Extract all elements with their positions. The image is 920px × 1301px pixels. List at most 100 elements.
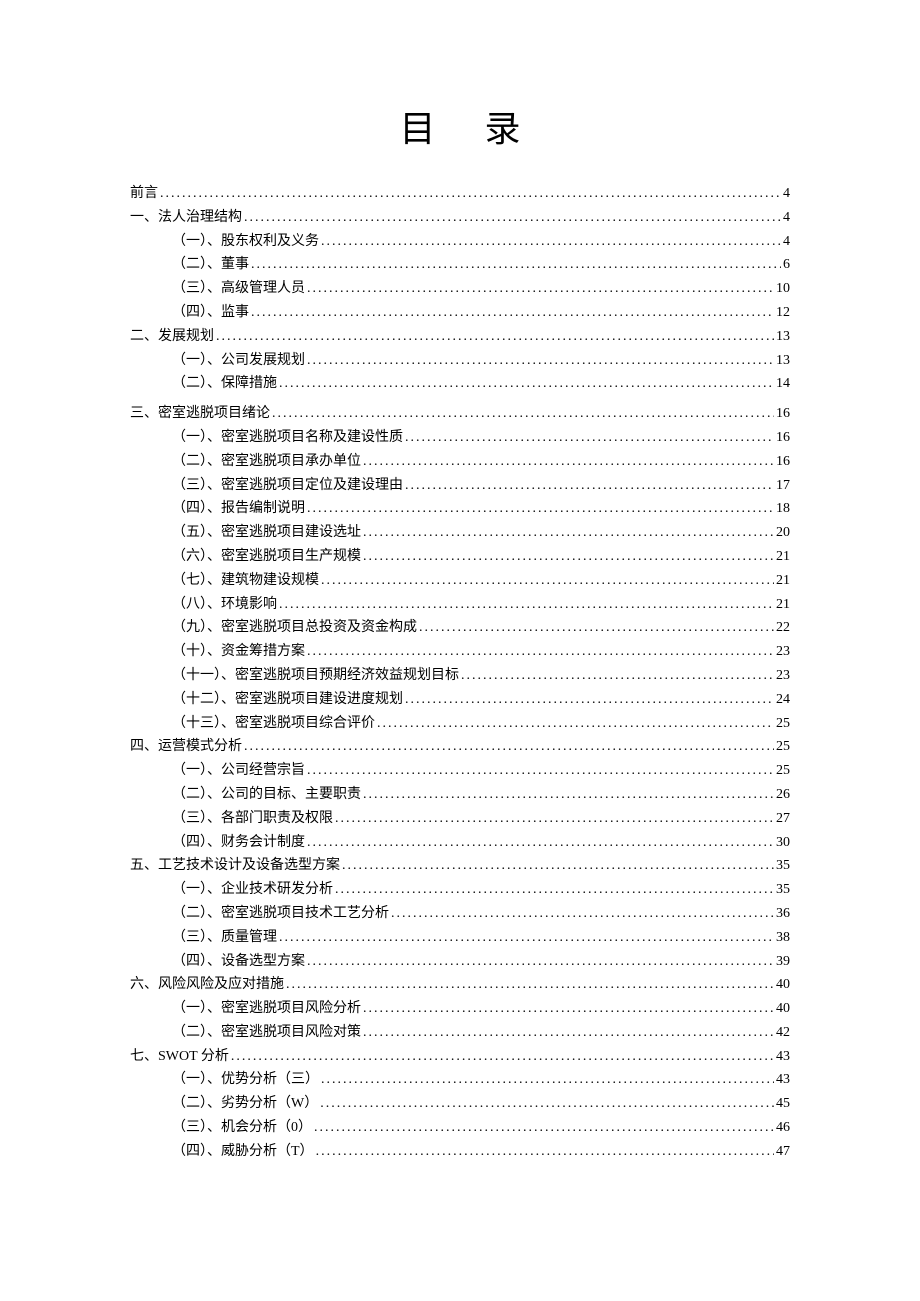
toc-page-number: 22 <box>776 616 790 640</box>
toc-label: （一）、股东权利及义务 <box>172 230 319 254</box>
toc-entry: （十二）、密室逃脱项目建设进度规划24 <box>130 688 790 712</box>
toc-entry: 四、运营模式分析 25 <box>130 735 790 759</box>
toc-leader-dots <box>244 735 774 759</box>
toc-entry: （三）、机会分析（0） 46 <box>130 1116 790 1140</box>
toc-entry: （六）、密室逃脱项目生产规模21 <box>130 545 790 569</box>
toc-entry: （三）、各部门职责及权限 27 <box>130 807 790 831</box>
toc-leader-dots <box>216 325 774 349</box>
toc-label: （四）、监事 <box>172 301 249 325</box>
toc-label: （二）、密室逃脱项目风险对策 <box>172 1021 361 1045</box>
toc-page-number: 23 <box>776 640 790 664</box>
toc-label: （十三）、密室逃脱项目综合评价 <box>172 712 375 736</box>
toc-label: （一）、密室逃脱项目风险分析 <box>172 997 361 1021</box>
toc-page-number: 38 <box>776 926 790 950</box>
toc-page-number: 46 <box>776 1116 790 1140</box>
toc-leader-dots <box>321 569 774 593</box>
toc-entry: （一）、优势分析（三）43 <box>130 1068 790 1092</box>
toc-label: （四）、报告编制说明 <box>172 497 305 521</box>
toc-entry: （四）、威胁分析（T）47 <box>130 1140 790 1164</box>
toc-leader-dots <box>307 759 774 783</box>
toc-entry: （五）、密室逃脱项目建设选址 20 <box>130 521 790 545</box>
toc-page-number: 36 <box>776 902 790 926</box>
page-title: 目 录 <box>130 100 790 152</box>
toc-entry: （二）、公司的目标、主要职责26 <box>130 783 790 807</box>
toc-leader-dots <box>320 1092 774 1116</box>
toc-page-number: 13 <box>776 349 790 373</box>
toc-page-number: 23 <box>776 664 790 688</box>
toc-leader-dots <box>377 712 774 736</box>
toc-leader-dots <box>405 688 774 712</box>
toc-leader-dots <box>307 497 774 521</box>
toc-page-number: 25 <box>776 759 790 783</box>
toc-label: （三）、质量管理 <box>172 926 277 950</box>
toc-label: （四）、威胁分析（T） <box>172 1140 314 1164</box>
toc-label: 前言 <box>130 182 158 206</box>
toc-label: （三）、密室逃脱项目定位及建设理由 <box>172 474 403 498</box>
toc-entry: （四）、监事12 <box>130 301 790 325</box>
toc-leader-dots <box>286 973 774 997</box>
toc-page-number: 27 <box>776 807 790 831</box>
page-content: 目 录 前言4一、法人治理结构4（一）、股东权利及义务4（二）、董事6（三）、高… <box>0 0 920 1224</box>
toc-page-number: 16 <box>776 450 790 474</box>
toc-label: 四、运营模式分析 <box>130 735 242 759</box>
toc-entry: （一）、密室逃脱项目风险分析 40 <box>130 997 790 1021</box>
toc-leader-dots <box>363 997 774 1021</box>
toc-label: 一、法人治理结构 <box>130 206 242 230</box>
toc-page-number: 35 <box>776 878 790 902</box>
toc-entry: （二）、劣势分析（W） 45 <box>130 1092 790 1116</box>
toc-leader-dots <box>231 1045 774 1069</box>
toc-entry: （四）、财务会计制度30 <box>130 831 790 855</box>
toc-leader-dots <box>419 616 774 640</box>
toc-page-number: 18 <box>776 497 790 521</box>
toc-label: （五）、密室逃脱项目建设选址 <box>172 521 361 545</box>
toc-leader-dots <box>461 664 774 688</box>
toc-leader-dots <box>363 450 774 474</box>
toc-label: （二）、密室逃脱项目技术工艺分析 <box>172 902 389 926</box>
toc-label: （九）、密室逃脱项目总投资及资金构成 <box>172 616 417 640</box>
toc-page-number: 24 <box>776 688 790 712</box>
toc-entry: （十一）、密室逃脱项目预期经济效益规划目标23 <box>130 664 790 688</box>
toc-label: （二）、密室逃脱项目承办单位 <box>172 450 361 474</box>
toc-page-number: 42 <box>776 1021 790 1045</box>
toc-leader-dots <box>307 950 774 974</box>
toc-leader-dots <box>272 402 774 426</box>
toc-entry: （三）、高级管理人员10 <box>130 277 790 301</box>
toc-entry: （二）、保障措施14 <box>130 372 790 396</box>
toc-label: （十）、资金筹措方案 <box>172 640 305 664</box>
toc-label: （四）、设备选型方案 <box>172 950 305 974</box>
toc-leader-dots <box>363 521 774 545</box>
toc-leader-dots <box>307 349 774 373</box>
toc-leader-dots <box>342 854 774 878</box>
toc-page-number: 20 <box>776 521 790 545</box>
toc-entry: 七、SWOT 分析43 <box>130 1045 790 1069</box>
toc-leader-dots <box>321 1068 774 1092</box>
toc-page-number: 26 <box>776 783 790 807</box>
toc-entry: 前言4 <box>130 182 790 206</box>
toc-page-number: 40 <box>776 997 790 1021</box>
toc-label: （二）、劣势分析（W） <box>172 1092 318 1116</box>
toc-page-number: 4 <box>783 206 790 230</box>
toc-page-number: 25 <box>776 712 790 736</box>
table-of-contents: 前言4一、法人治理结构4（一）、股东权利及义务4（二）、董事6（三）、高级管理人… <box>130 182 790 1164</box>
toc-leader-dots <box>321 230 781 254</box>
toc-page-number: 21 <box>776 593 790 617</box>
toc-leader-dots <box>251 253 781 277</box>
toc-entry: （一）、公司经营宗旨25 <box>130 759 790 783</box>
toc-entry: 六、风险风险及应对措施40 <box>130 973 790 997</box>
toc-label: （七）、建筑物建设规模 <box>172 569 319 593</box>
toc-page-number: 45 <box>776 1092 790 1116</box>
toc-leader-dots <box>251 301 774 325</box>
toc-entry: 五、工艺技术设计及设备选型方案35 <box>130 854 790 878</box>
toc-page-number: 25 <box>776 735 790 759</box>
toc-entry: 二、发展规划13 <box>130 325 790 349</box>
toc-label: （四）、财务会计制度 <box>172 831 305 855</box>
toc-label: （三）、机会分析（0） <box>172 1116 312 1140</box>
toc-entry: （三）、质量管理 38 <box>130 926 790 950</box>
toc-page-number: 43 <box>776 1068 790 1092</box>
toc-leader-dots <box>363 1021 774 1045</box>
toc-label: （三）、各部门职责及权限 <box>172 807 333 831</box>
toc-label: 五、工艺技术设计及设备选型方案 <box>130 854 340 878</box>
toc-entry: （二）、密室逃脱项目风险对策 42 <box>130 1021 790 1045</box>
toc-entry: 一、法人治理结构 4 <box>130 206 790 230</box>
toc-label: （三）、高级管理人员 <box>172 277 305 301</box>
